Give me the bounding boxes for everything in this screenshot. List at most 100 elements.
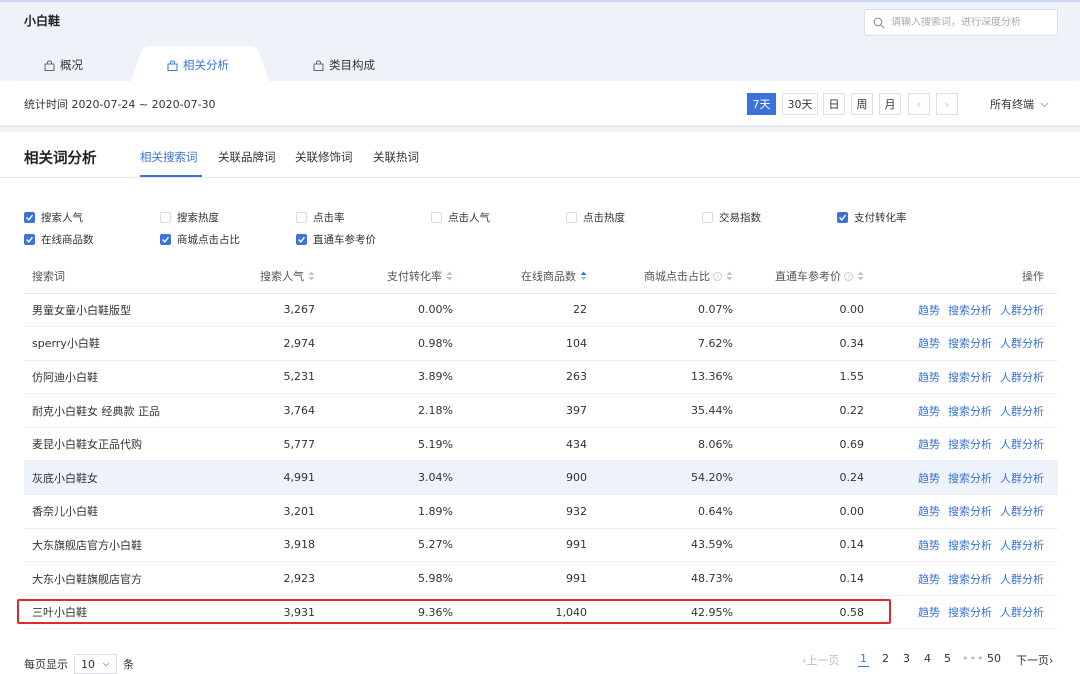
subtab-modifier[interactable]: 关联修饰词: [295, 149, 353, 165]
crowd-analysis-link[interactable]: 人群分析: [1000, 438, 1044, 451]
cell-ztc-price: 0.24: [733, 460, 864, 496]
header-ztc-price[interactable]: 直通车参考价?: [733, 260, 864, 294]
tab-related-analysis[interactable]: 相关分析: [167, 48, 229, 82]
next-page-button[interactable]: 下一页›: [1016, 652, 1053, 668]
trend-link[interactable]: 趋势: [918, 539, 940, 552]
subtab-brand[interactable]: 关联品牌词: [218, 149, 276, 165]
filter-label: 商城点击占比: [177, 234, 240, 246]
cell-products: 932: [453, 494, 587, 529]
search-analysis-link[interactable]: 搜索分析: [948, 606, 992, 619]
filter-checkbox[interactable]: 交易指数: [702, 210, 761, 225]
table-header-row: 搜索词 搜索人气 支付转化率 在线商品数 商城点击占比? 直通车参考价? 操作: [24, 260, 1058, 294]
search-analysis-link[interactable]: 搜索分析: [948, 505, 992, 518]
search-input[interactable]: [891, 17, 1051, 28]
crowd-analysis-link[interactable]: 人群分析: [1000, 405, 1044, 418]
filter-checkbox[interactable]: 在线商品数: [24, 232, 94, 247]
trend-link[interactable]: 趋势: [918, 505, 940, 518]
cell-actions: 趋势 搜索分析 人群分析: [864, 561, 1058, 596]
page-4[interactable]: 4: [924, 652, 931, 665]
trend-link[interactable]: 趋势: [918, 337, 940, 350]
trend-link[interactable]: 趋势: [918, 573, 940, 586]
cell-conversion: 5.98%: [315, 561, 453, 596]
prev-page-button[interactable]: ‹上一页: [802, 652, 839, 668]
trend-link[interactable]: 趋势: [918, 472, 940, 485]
page-3[interactable]: 3: [903, 652, 910, 665]
cell-popularity: 3,918: [224, 528, 315, 563]
crowd-analysis-link[interactable]: 人群分析: [1000, 539, 1044, 552]
page-size-select[interactable]: 10: [74, 654, 117, 674]
search-analysis-link[interactable]: 搜索分析: [948, 405, 992, 418]
search-analysis-link[interactable]: 搜索分析: [948, 539, 992, 552]
cell-actions: 趋势 搜索分析 人群分析: [864, 393, 1058, 428]
cell-ztc-price: 0.34: [733, 326, 864, 361]
cell-popularity: 4,991: [224, 460, 315, 496]
trend-link[interactable]: 趋势: [918, 405, 940, 418]
search-analysis-link[interactable]: 搜索分析: [948, 573, 992, 586]
search-analysis-link[interactable]: 搜索分析: [948, 304, 992, 317]
search-analysis-link[interactable]: 搜索分析: [948, 472, 992, 485]
period-month-button[interactable]: 月: [879, 93, 901, 115]
crowd-analysis-link[interactable]: 人群分析: [1000, 472, 1044, 485]
filter-checkbox[interactable]: 搜索热度: [160, 210, 219, 225]
header-conversion[interactable]: 支付转化率: [315, 260, 453, 294]
filter-checkbox[interactable]: 点击人气: [431, 210, 490, 225]
header-products[interactable]: 在线商品数: [453, 260, 587, 294]
page-size-value: 10: [81, 657, 95, 671]
header-mall-click[interactable]: 商城点击占比?: [587, 260, 733, 294]
bag-icon: [44, 59, 55, 71]
analysis-title: 相关词分析: [24, 151, 97, 167]
search-analysis-link[interactable]: 搜索分析: [948, 337, 992, 350]
search-box[interactable]: [864, 9, 1058, 36]
search-analysis-link[interactable]: 搜索分析: [948, 438, 992, 451]
filter-checkbox[interactable]: 点击热度: [566, 210, 625, 225]
checkbox-checked-icon: [837, 212, 848, 223]
trend-link[interactable]: 趋势: [918, 606, 940, 619]
page-1[interactable]: 1: [858, 652, 869, 667]
related-keywords-table: 搜索词 搜索人气 支付转化率 在线商品数 商城点击占比? 直通车参考价? 操作 …: [24, 260, 1058, 630]
cell-actions: 趋势 搜索分析 人群分析: [864, 326, 1058, 361]
filter-checkbox[interactable]: 搜索人气: [24, 210, 83, 225]
search-analysis-link[interactable]: 搜索分析: [948, 371, 992, 384]
filter-checkbox[interactable]: 支付转化率: [837, 210, 907, 225]
page-last[interactable]: 50: [987, 652, 1001, 665]
crowd-analysis-link[interactable]: 人群分析: [1000, 304, 1044, 317]
tab-overview[interactable]: 概况: [44, 48, 83, 82]
tab-category-label: 类目构成: [329, 58, 375, 72]
table-row: 三叶小白鞋 3,931 9.36% 1,040 42.95% 0.58 趋势 搜索分析 人群分析: [24, 595, 1058, 630]
trend-link[interactable]: 趋势: [918, 304, 940, 317]
header-keyword: 搜索词: [24, 260, 224, 294]
filter-checkbox[interactable]: 商城点击占比: [160, 232, 240, 247]
period-7d-button[interactable]: 7天: [747, 93, 776, 115]
page-size-label: 每页显示: [24, 658, 68, 671]
trend-link[interactable]: 趋势: [918, 438, 940, 451]
page-5[interactable]: 5: [944, 652, 951, 665]
crowd-analysis-link[interactable]: 人群分析: [1000, 505, 1044, 518]
tab-category[interactable]: 类目构成: [313, 48, 375, 82]
page-2[interactable]: 2: [882, 652, 889, 665]
next-period-button[interactable]: ›: [936, 93, 958, 115]
crowd-analysis-link[interactable]: 人群分析: [1000, 606, 1044, 619]
trend-link[interactable]: 趋势: [918, 371, 940, 384]
crowd-analysis-link[interactable]: 人群分析: [1000, 573, 1044, 586]
bag-icon: [313, 59, 324, 71]
filter-checkbox[interactable]: 点击率: [296, 210, 345, 225]
period-week-button[interactable]: 周: [851, 93, 873, 115]
terminal-select[interactable]: 所有终端: [990, 96, 1049, 112]
chevron-down-icon: [1040, 102, 1049, 108]
subtab-hot[interactable]: 关联热词: [373, 149, 419, 165]
page-size-control: 每页显示 10 条: [24, 654, 134, 674]
header-products-label: 在线商品数: [521, 270, 576, 284]
table-row: 男童女童小白鞋版型 3,267 0.00% 22 0.07% 0.00 趋势 搜索分析 人群分析: [24, 293, 1058, 328]
page-ellipsis[interactable]: •••: [962, 652, 984, 665]
crowd-analysis-link[interactable]: 人群分析: [1000, 337, 1044, 350]
period-30d-button[interactable]: 30天: [782, 93, 818, 115]
filter-label: 搜索人气: [41, 212, 83, 224]
header-conversion-label: 支付转化率: [387, 270, 442, 284]
period-day-button[interactable]: 日: [823, 93, 845, 115]
header-popularity[interactable]: 搜索人气: [224, 260, 315, 294]
crowd-analysis-link[interactable]: 人群分析: [1000, 371, 1044, 384]
prev-period-button[interactable]: ‹: [908, 93, 930, 115]
filter-checkbox[interactable]: 直通车参考价: [296, 232, 376, 247]
subtab-related-search[interactable]: 相关搜索词: [140, 149, 198, 165]
terminal-label: 所有终端: [990, 98, 1034, 111]
